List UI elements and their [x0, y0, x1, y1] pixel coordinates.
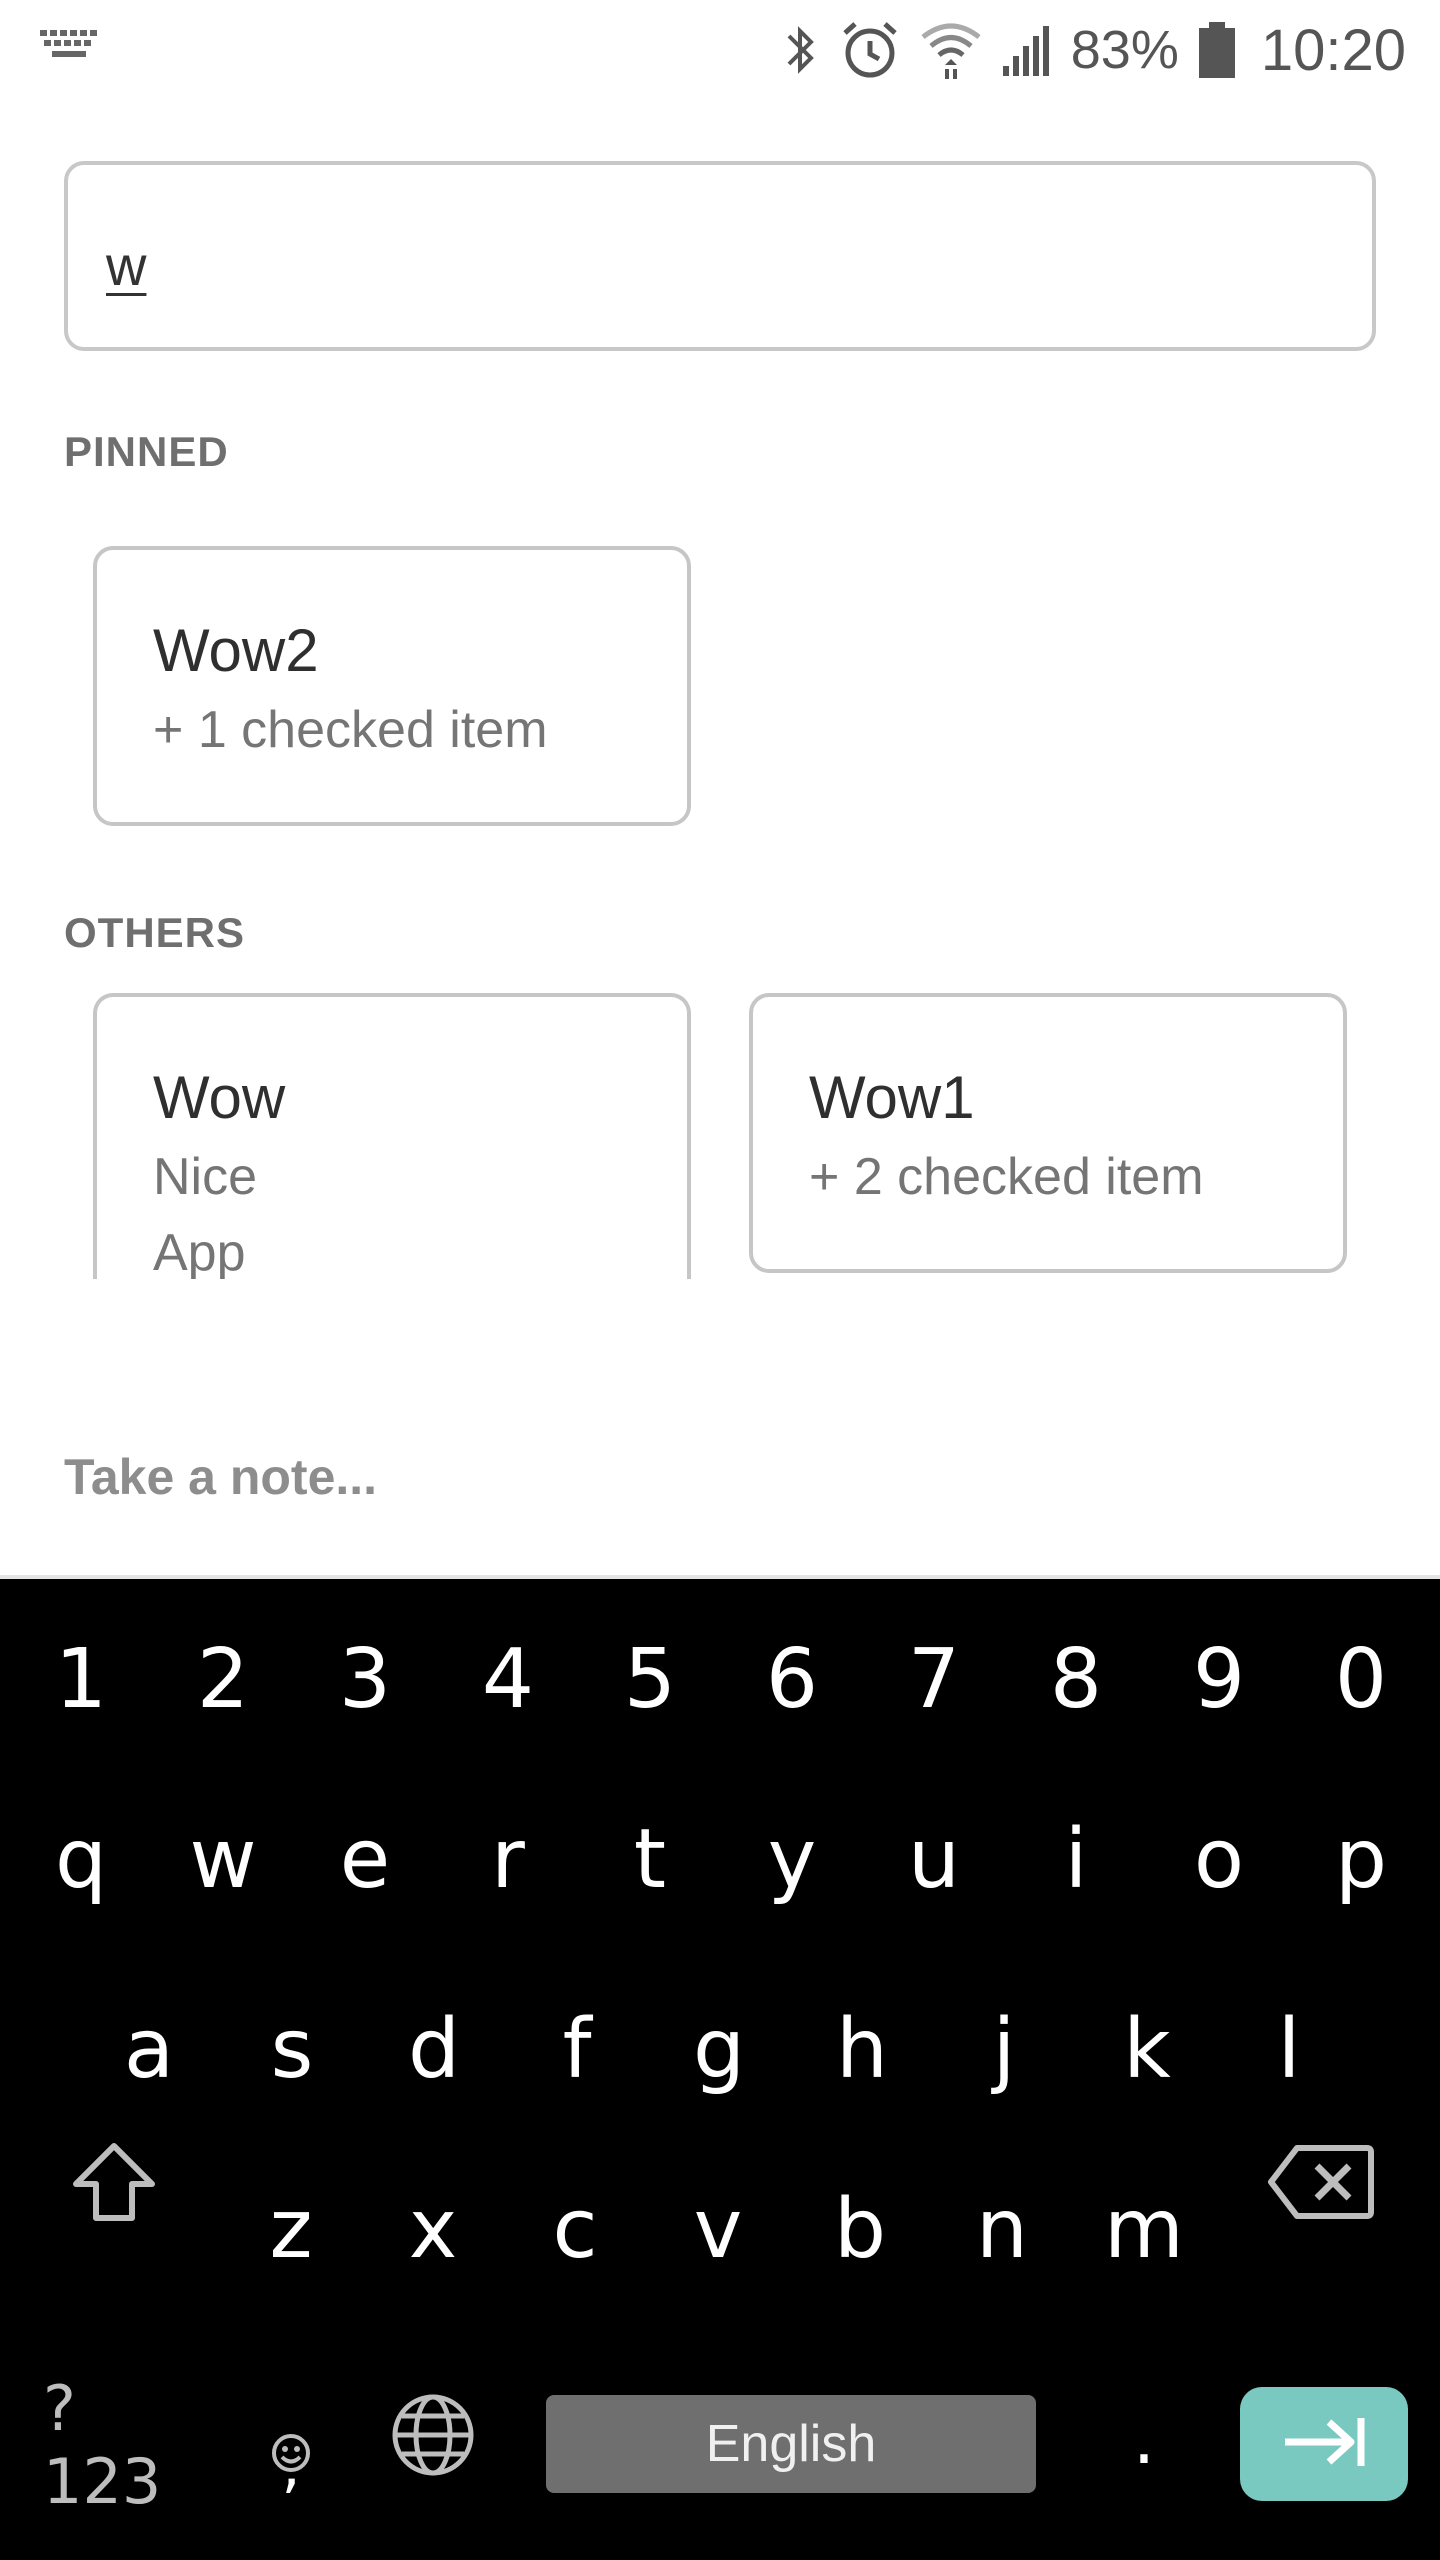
wifi-icon — [919, 19, 983, 81]
note-card-wow[interactable]: Wow Nice App — [93, 993, 691, 1279]
key-r[interactable]: r — [437, 1789, 579, 1929]
space-key[interactable]: English — [546, 2395, 1036, 2493]
note-title: Wow — [153, 1064, 286, 1131]
key-h[interactable]: h — [791, 1979, 933, 2119]
key-s[interactable]: s — [221, 1979, 363, 2119]
key-d[interactable]: d — [363, 1979, 505, 2119]
search-input-value: w — [106, 234, 147, 297]
language-globe-key[interactable] — [362, 2375, 504, 2515]
globe-icon — [390, 2392, 476, 2498]
pinned-section-label: PINNED — [64, 428, 229, 475]
key-7[interactable]: 7 — [863, 1609, 1005, 1749]
bluetooth-icon — [781, 20, 821, 80]
key-k[interactable]: k — [1076, 1979, 1218, 2119]
shift-key[interactable] — [43, 2112, 185, 2252]
key-j[interactable]: j — [933, 1979, 1075, 2119]
key-v[interactable]: v — [647, 2159, 789, 2299]
key-w[interactable]: w — [152, 1789, 294, 1929]
key-a[interactable]: a — [78, 1979, 220, 2119]
key-u[interactable]: u — [863, 1789, 1005, 1929]
key-t[interactable]: t — [579, 1789, 721, 1929]
key-m[interactable]: m — [1073, 2159, 1215, 2299]
key-q[interactable]: q — [10, 1789, 152, 1929]
key-2[interactable]: 2 — [152, 1609, 294, 1749]
search-input[interactable]: w — [64, 161, 1376, 351]
note-checked-summary: + 2 checked item — [809, 1148, 1204, 1206]
period-key[interactable]: . — [1073, 2369, 1215, 2509]
battery-percent: 83% — [1070, 20, 1179, 80]
key-x[interactable]: x — [362, 2159, 504, 2299]
key-y[interactable]: y — [721, 1789, 863, 1929]
key-0[interactable]: 0 — [1290, 1609, 1432, 1749]
note-checked-summary: + 1 checked item — [153, 701, 548, 759]
note-body-line: App — [153, 1224, 246, 1279]
key-c[interactable]: c — [504, 2159, 646, 2299]
keyboard-indicator-icon — [40, 30, 98, 67]
key-z[interactable]: z — [220, 2159, 362, 2299]
alarm-icon — [839, 19, 901, 81]
soft-keyboard: 1234567890 qwertyuiop asdfghjkl zxcvbnm … — [0, 1575, 1440, 2560]
key-o[interactable]: o — [1148, 1789, 1290, 1929]
key-4[interactable]: 4 — [437, 1609, 579, 1749]
clock-time: 10:20 — [1260, 17, 1406, 83]
key-i[interactable]: i — [1005, 1789, 1147, 1929]
key-p[interactable]: p — [1290, 1789, 1432, 1929]
note-title: Wow1 — [809, 1064, 975, 1131]
key-g[interactable]: g — [648, 1979, 790, 2119]
next-key[interactable] — [1240, 2387, 1408, 2501]
key-6[interactable]: 6 — [721, 1609, 863, 1749]
take-a-note-input[interactable]: Take a note... — [64, 1448, 377, 1506]
battery-icon — [1197, 20, 1237, 80]
comma-emoji-key[interactable]: , — [220, 2375, 362, 2515]
key-3[interactable]: 3 — [294, 1609, 436, 1749]
others-section-label: OTHERS — [64, 909, 246, 956]
comma-label: , — [281, 2431, 301, 2501]
note-card-wow2[interactable]: Wow2 + 1 checked item — [93, 546, 691, 826]
backspace-key[interactable] — [1250, 2112, 1392, 2252]
key-l[interactable]: l — [1218, 1979, 1360, 2119]
key-n[interactable]: n — [931, 2159, 1073, 2299]
note-body-line: Nice — [153, 1148, 258, 1206]
status-bar: 83% 10:20 — [0, 0, 1440, 100]
key-5[interactable]: 5 — [579, 1609, 721, 1749]
cell-signal-icon — [1001, 22, 1053, 78]
key-1[interactable]: 1 — [10, 1609, 152, 1749]
key-f[interactable]: f — [506, 1979, 648, 2119]
symbols-key[interactable]: ?123 — [43, 2372, 185, 2518]
key-b[interactable]: b — [789, 2159, 931, 2299]
note-title: Wow2 — [153, 617, 319, 684]
key-9[interactable]: 9 — [1148, 1609, 1290, 1749]
key-8[interactable]: 8 — [1005, 1609, 1147, 1749]
note-card-wow1[interactable]: Wow1 + 2 checked item — [749, 993, 1347, 1273]
tab-arrow-icon — [1279, 2414, 1369, 2475]
key-e[interactable]: e — [294, 1789, 436, 1929]
